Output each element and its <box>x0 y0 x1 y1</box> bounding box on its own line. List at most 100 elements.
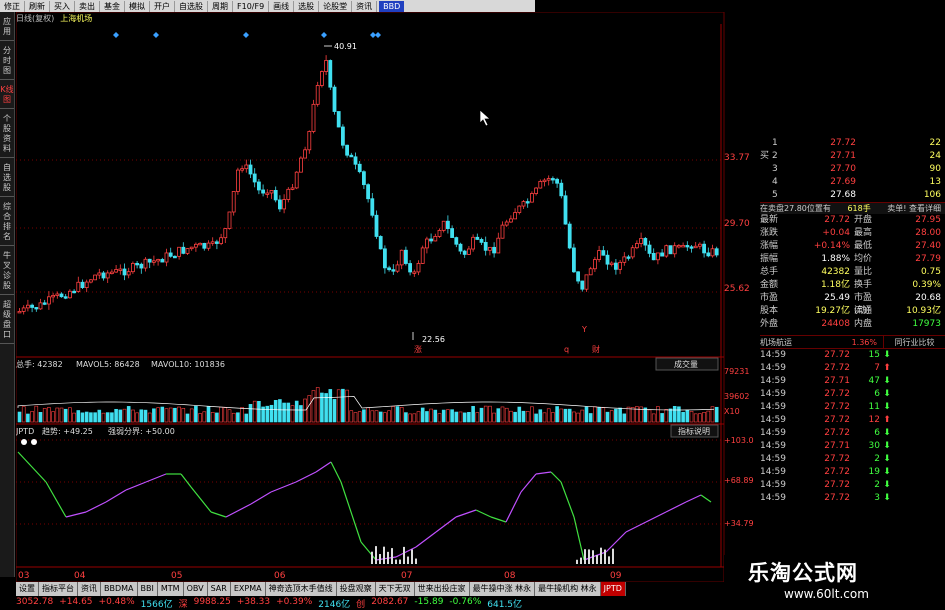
event-diamond-icon[interactable] <box>243 32 249 38</box>
candle-body <box>466 248 471 255</box>
sector-compare-button[interactable]: 同行业比较 <box>883 336 945 348</box>
indicator-tab[interactable]: EXPMA <box>230 582 266 596</box>
volume-bar <box>38 412 43 423</box>
sidebar-tab[interactable]: 综合排名 <box>0 199 14 246</box>
toolbar-item[interactable]: 周期 <box>208 0 233 12</box>
toolbar-item[interactable]: 买入 <box>50 0 75 12</box>
volume-bar <box>160 406 165 423</box>
bbd-badge[interactable]: BBD <box>379 0 405 12</box>
indicator-tab[interactable]: SAR <box>207 582 231 596</box>
event-marker[interactable]: q <box>564 345 569 354</box>
indicator-tab[interactable]: 神奇选顶木手值线 <box>265 582 337 596</box>
candle-body <box>685 245 690 248</box>
candle-body <box>160 259 165 263</box>
event-marker[interactable]: Y <box>581 325 587 334</box>
candle-body <box>38 302 43 310</box>
stat-value: 28.00 <box>915 228 941 238</box>
volume-bar <box>59 407 64 423</box>
candle-body <box>80 281 85 288</box>
info-bar[interactable]: 在卖盘27.80位置有 618手 卖单! 查看详细 <box>760 202 945 214</box>
ticker-value: 9988.25 <box>193 597 231 607</box>
toolbar-item[interactable]: 模拟 <box>125 0 150 12</box>
arrow-down-icon: ⬇ <box>883 454 891 464</box>
indicator-tab[interactable]: JPTD <box>600 582 626 596</box>
toggle-dot-icon[interactable] <box>31 439 37 445</box>
order-book: 1 27.72 22 买 2 27.71 24 3 27.70 90 4 27.69 13 5 27.68 1… <box>760 137 945 202</box>
volume-bar <box>223 407 228 423</box>
candle-body <box>298 157 303 173</box>
indicator-tab[interactable]: BBI <box>137 582 158 596</box>
toolbar-item[interactable]: 画线 <box>269 0 295 12</box>
volume-bar <box>299 405 303 423</box>
sidebar-tab[interactable]: 牛叉诊股 <box>0 248 14 295</box>
toolbar-item[interactable]: 选股 <box>294 0 320 12</box>
event-diamond-icon[interactable] <box>153 32 159 38</box>
sidebar-tab[interactable]: 应用 <box>0 14 14 41</box>
event-diamond-icon[interactable] <box>375 32 381 38</box>
indicator-name: JPTD <box>16 427 34 436</box>
event-diamond-icon[interactable] <box>321 32 327 38</box>
kline-chart[interactable]: 33.77 29.70 25.62 79231 39602 X10 +103.0 +68.89… <box>16 12 756 582</box>
candle-body <box>609 262 614 265</box>
stat-label: 金额 <box>760 280 779 290</box>
tick-row: 14:59 27.71 30 ⬇ <box>760 440 945 453</box>
info-mid: 618手 <box>847 204 871 213</box>
sidebar-tab[interactable]: 分时图 <box>0 43 14 80</box>
indicator-line <box>315 461 332 473</box>
tick-time: 14:59 <box>760 467 786 477</box>
sidebar-tab[interactable]: 个股资料 <box>0 111 14 158</box>
indicator-tab[interactable]: 设置 <box>16 582 39 596</box>
indicator-tab[interactable]: BBDMA <box>101 582 138 596</box>
event-marker[interactable]: 涨 <box>414 344 422 354</box>
candle-body <box>706 252 711 257</box>
candle-body <box>445 220 450 229</box>
orderbook-side <box>760 137 772 150</box>
indicator-tab[interactable]: MTM <box>157 582 184 596</box>
candle-body <box>635 243 639 249</box>
candle-body <box>601 250 606 256</box>
stat-value: 19.27亿 <box>815 306 850 316</box>
toolbar-item[interactable]: 修正 <box>0 0 25 12</box>
event-marker[interactable]: 财 <box>592 344 600 354</box>
sidebar-tab[interactable]: 自选股 <box>0 160 14 197</box>
sidebar-tab[interactable]: K线图 <box>0 82 14 109</box>
indicator-tab[interactable]: 最牛操中涨 林永 <box>469 582 536 596</box>
toolbar-item[interactable]: 自选股 <box>175 0 208 12</box>
candle-body <box>458 243 463 252</box>
indicator-tab[interactable]: 世来出投庄家 <box>414 582 470 596</box>
stat-label: 最高 <box>854 228 873 238</box>
stat-label: 换手 <box>854 280 873 290</box>
toolbar-item[interactable]: 资讯 <box>352 0 378 12</box>
toolbar-item[interactable]: F10/F9 <box>233 0 270 12</box>
indicator-line <box>520 473 537 493</box>
toolbar-item[interactable]: 开户 <box>150 0 175 12</box>
toolbar-item[interactable]: 刷新 <box>25 0 50 12</box>
toolbar-item[interactable]: 论股堂 <box>319 0 353 12</box>
toolbar-item[interactable]: 卖出 <box>75 0 100 12</box>
volume-bar <box>714 406 719 423</box>
event-diamond-icon[interactable] <box>113 32 119 38</box>
indicator-tab[interactable]: 资讯 <box>78 582 101 596</box>
indicator-tab[interactable]: 天下无双 <box>375 582 415 596</box>
tick-row: 14:59 27.72 19 ⬇ <box>760 466 945 479</box>
indicator-tab[interactable]: 指标平台 <box>39 582 78 596</box>
candle-body <box>93 274 97 281</box>
sidebar-tab[interactable]: 超级盘口 <box>0 297 14 344</box>
indicator-tab[interactable]: 最牛操机构 林永 <box>535 582 601 596</box>
volume-bar <box>605 411 610 423</box>
toolbar-item[interactable]: 基金 <box>100 0 125 12</box>
tick-time: 14:59 <box>760 389 786 399</box>
indicator-tab[interactable]: 投盘观察 <box>336 582 376 596</box>
candle-body <box>252 173 257 183</box>
tick-time: 14:59 <box>760 428 786 438</box>
tick-price: 27.72 <box>824 389 850 399</box>
volume-bar <box>496 408 501 423</box>
indicator-tab[interactable]: OBV <box>183 582 208 596</box>
volume-bar <box>114 408 118 423</box>
candle-body <box>555 178 559 184</box>
info-right[interactable]: 卖单! 查看详细 <box>887 203 941 214</box>
toggle-dot-icon[interactable] <box>21 439 27 445</box>
volume-bar <box>156 407 160 423</box>
candle-body <box>248 164 253 175</box>
candle-body <box>181 246 186 254</box>
